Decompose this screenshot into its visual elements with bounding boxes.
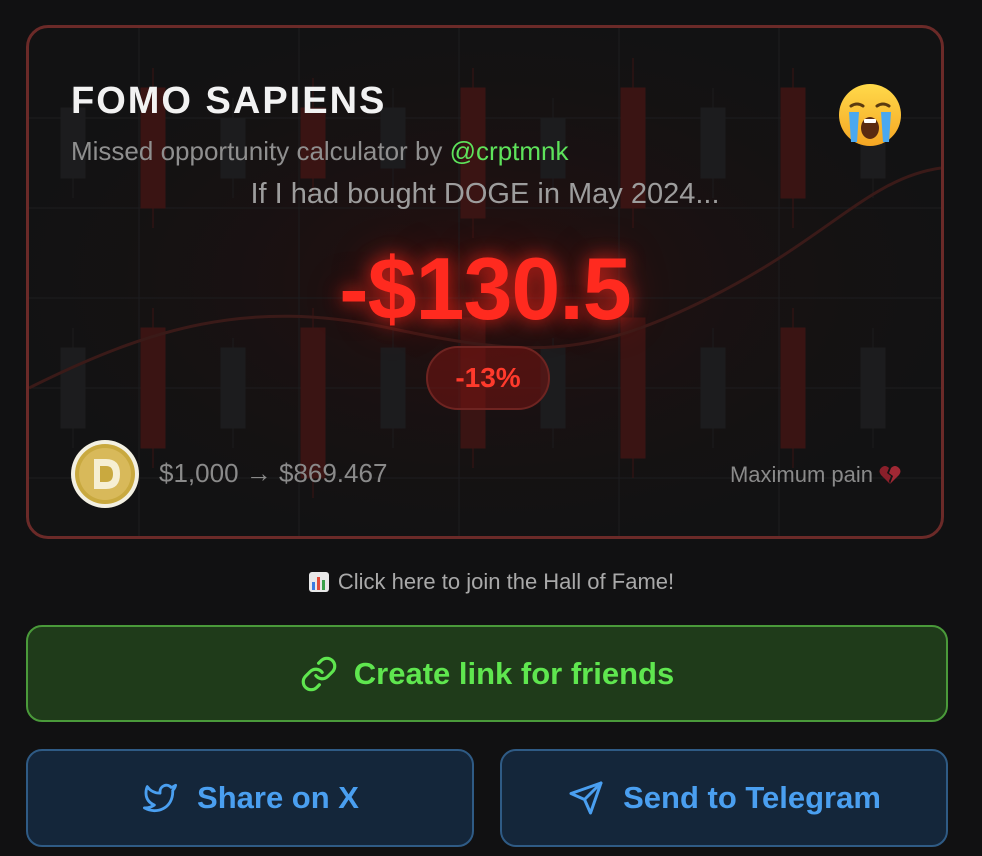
share-on-x-button[interactable]: Share on X (26, 749, 474, 847)
link-icon (301, 656, 337, 691)
twitter-bird-icon (143, 783, 178, 813)
broken-heart-icon (879, 466, 901, 484)
loss-amount: -$130.5 (339, 239, 631, 338)
page: FOMO SAPIENS Missed opportunity calculat… (0, 0, 982, 856)
share-on-x-label: Share on X (197, 780, 359, 815)
app-title: FOMO SAPIENS (71, 80, 387, 122)
percent-change-badge: -13% (426, 346, 550, 410)
hall-of-fame-label: Click here to join the Hall of Fame! (337, 569, 675, 594)
send-plane-icon (569, 781, 603, 815)
pain-label: Maximum pain (729, 462, 873, 487)
send-to-telegram-button[interactable]: Send to Telegram (500, 749, 948, 847)
card-content: FOMO SAPIENS Missed opportunity calculat… (29, 28, 941, 536)
hall-of-fame-link[interactable]: Click here to join the Hall of Fame! (0, 569, 982, 595)
crying-face-icon (839, 84, 901, 146)
send-to-telegram-label: Send to Telegram (623, 780, 881, 815)
author-handle-link[interactable]: @crptmnk (450, 136, 569, 166)
bar-chart-icon (308, 572, 329, 592)
pain-indicator: Maximum pain (730, 462, 901, 488)
investment-conversion: $1,000 → $869.467 (159, 458, 388, 488)
create-link-label: Create link for friends (353, 655, 675, 691)
result-card: FOMO SAPIENS Missed opportunity calculat… (26, 25, 944, 539)
scenario-question: If I had bought DOGE in May 2024... (250, 178, 720, 210)
app-subtitle: Missed opportunity calculator by @crptmn… (71, 136, 569, 167)
create-link-button[interactable]: Create link for friends (26, 625, 948, 722)
subtitle-text: Missed opportunity calculator by (71, 136, 443, 166)
doge-coin-icon (71, 440, 139, 508)
